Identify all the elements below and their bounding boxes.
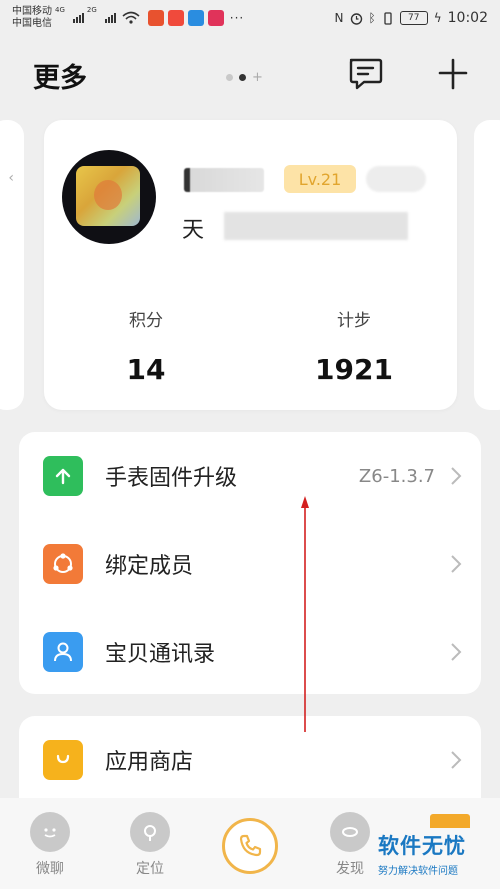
- app-notification-icon: [207, 10, 224, 26]
- message-icon[interactable]: [346, 54, 384, 92]
- app-notification-icon: [167, 10, 184, 26]
- previous-card[interactable]: ‹: [0, 120, 24, 410]
- phone-icon: [239, 834, 262, 857]
- charging-icon: ϟ: [433, 11, 442, 25]
- page-dot: [226, 74, 233, 81]
- firmware-version: Z6-1.3.7: [358, 465, 435, 487]
- list-item-contacts[interactable]: 宝贝通讯录: [19, 608, 481, 696]
- contacts-label: 宝贝通讯录: [105, 642, 216, 667]
- page-header: 更多 +: [0, 44, 500, 104]
- discover-icon: [330, 812, 370, 852]
- alarm-icon: [350, 12, 362, 25]
- app-store-label: 应用商店: [105, 750, 194, 775]
- profile-card[interactable]: Lv.21 天 积分 14 计步 1921: [44, 120, 457, 410]
- level-badge: Lv.21: [284, 165, 356, 193]
- app-notification-icon: [187, 10, 204, 26]
- shopping-bag-icon: [43, 740, 83, 780]
- points-label: 积分: [129, 311, 163, 331]
- points-stat[interactable]: 积分 14: [86, 306, 206, 386]
- wifi-icon: [122, 11, 140, 24]
- page-indicator[interactable]: +: [226, 70, 263, 85]
- carrier-2: 中国电信: [12, 18, 52, 29]
- battery-indicator: 77: [399, 11, 428, 25]
- signal-icon-2: [104, 13, 116, 23]
- tab-chat[interactable]: 微聊: [15, 812, 85, 878]
- call-button[interactable]: [222, 818, 278, 874]
- firmware-upgrade-label: 手表固件升级: [105, 466, 238, 491]
- network-type-2: 2G: [86, 6, 97, 14]
- clock: 10:02: [447, 10, 488, 26]
- status-right: N ᛒ 77 ϟ 10:02: [335, 10, 488, 26]
- bind-members-label: 绑定成员: [105, 554, 194, 579]
- chevron-right-icon: [451, 555, 462, 573]
- more-notifications-icon: ···: [229, 11, 245, 25]
- steps-value: 1921: [315, 353, 393, 386]
- blurred-subtitle: [224, 212, 408, 240]
- chevron-left-icon: ‹: [8, 170, 14, 186]
- carrier-1: 中国移动: [12, 6, 52, 17]
- upgrade-arrow-icon: [43, 456, 83, 496]
- next-card[interactable]: [474, 120, 500, 410]
- chat-bubble-icon: [30, 812, 70, 852]
- chevron-right-icon: [451, 751, 462, 769]
- blurred-badge: [366, 166, 426, 192]
- blurred-name: [184, 168, 264, 192]
- settings-list: 手表固件升级 Z6-1.3.7 绑定成员 宝贝通讯录: [19, 432, 481, 694]
- page-dot-active: [239, 74, 246, 81]
- points-value: 14: [126, 353, 166, 386]
- chevron-right-icon: [451, 643, 462, 661]
- page-title: 更多: [33, 63, 87, 94]
- add-page-icon: +: [252, 70, 263, 85]
- tab-discover[interactable]: 发现: [315, 812, 385, 878]
- steps-label: 计步: [337, 311, 371, 331]
- watermark-subtitle: 努力解决软件问题: [378, 866, 458, 877]
- notification-icons: [147, 10, 224, 26]
- tab-chat-label: 微聊: [36, 861, 64, 877]
- annotation-arrow: [301, 496, 309, 732]
- network-type-1: 4G: [55, 6, 65, 14]
- tab-locate[interactable]: 定位: [115, 812, 185, 878]
- signal-icon: [72, 13, 84, 23]
- tab-locate-label: 定位: [136, 861, 164, 877]
- tab-more-icon[interactable]: [430, 814, 470, 828]
- location-icon: [130, 812, 170, 852]
- avatar-image: [76, 166, 140, 226]
- carrier-names: 中国移动 中国电信: [12, 6, 52, 30]
- app-notification-icon: [147, 10, 164, 26]
- share-members-icon: [43, 544, 83, 584]
- list-item-app-store[interactable]: 应用商店: [19, 716, 481, 804]
- avatar[interactable]: [62, 150, 156, 244]
- add-icon[interactable]: [436, 56, 470, 90]
- tab-discover-label: 发现: [336, 861, 364, 877]
- list-item-bind-members[interactable]: 绑定成员: [19, 520, 481, 608]
- nfc-icon: N: [334, 11, 344, 25]
- chevron-right-icon: [451, 467, 462, 485]
- watermark: 软件无忧 努力解决软件问题: [378, 830, 466, 877]
- profile-subtitle: 天: [182, 218, 205, 243]
- contact-person-icon: [43, 632, 83, 672]
- vibrate-icon: [384, 11, 392, 25]
- list-item-firmware-upgrade[interactable]: 手表固件升级 Z6-1.3.7: [19, 432, 481, 520]
- watermark-title: 软件无忧: [378, 834, 466, 858]
- bluetooth-icon: ᛒ: [368, 11, 376, 25]
- steps-stat[interactable]: 计步 1921: [294, 306, 414, 386]
- status-bar: 中国移动 中国电信 4G 2G ··· N ᛒ 77 ϟ 10:02: [0, 0, 500, 36]
